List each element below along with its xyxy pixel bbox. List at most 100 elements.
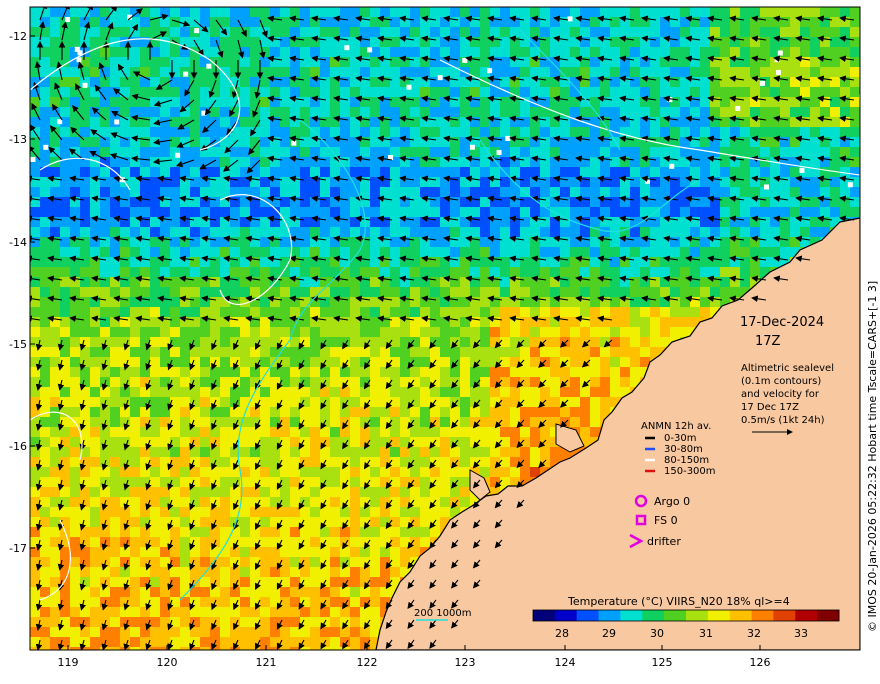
- sst-cell: [500, 7, 510, 17]
- sst-cell: [410, 337, 420, 347]
- sst-cell: [270, 417, 280, 427]
- sst-cell: [720, 287, 730, 297]
- sst-cell: [720, 117, 730, 127]
- sst-cell: [280, 297, 290, 307]
- sst-cell: [140, 267, 150, 277]
- sst-cell: [150, 547, 160, 557]
- sst-cell: [650, 47, 660, 57]
- sst-cell: [650, 267, 660, 277]
- sst-cell: [100, 177, 110, 187]
- sst-cell: [430, 97, 440, 107]
- sst-cell: [170, 257, 180, 267]
- sst-cell: [500, 447, 510, 457]
- sst-cell: [220, 517, 230, 527]
- sst-cell: [690, 87, 700, 97]
- sst-cell: [330, 7, 340, 17]
- sst-cell: [810, 87, 820, 97]
- sst-cell: [410, 387, 420, 397]
- sst-cell: [830, 87, 840, 97]
- sst-cell: [330, 227, 340, 237]
- sst-cell: [50, 337, 60, 347]
- sst-cell: [370, 337, 380, 347]
- sst-cell: [830, 7, 840, 17]
- sst-cell: [220, 157, 230, 167]
- sst-cell: [590, 387, 600, 397]
- sst-cell: [60, 127, 70, 137]
- sst-cell: [400, 287, 410, 297]
- sst-cell: [490, 387, 500, 397]
- sst-cell: [740, 247, 750, 257]
- sst-cell: [260, 477, 270, 487]
- sst-cell: [570, 167, 580, 177]
- sst-cell: [280, 387, 290, 397]
- sst-cell: [170, 87, 180, 97]
- sst-cell: [590, 247, 600, 257]
- sst-cell: [530, 367, 540, 377]
- sst-cell: [540, 427, 550, 437]
- sst-cell: [490, 407, 500, 417]
- sst-cell: [210, 387, 220, 397]
- sst-cell: [220, 597, 230, 607]
- sst-cell: [790, 207, 800, 217]
- sst-cell: [90, 377, 100, 387]
- sst-cell: [400, 557, 410, 567]
- sst-cell: [840, 87, 850, 97]
- sst-cell: [370, 407, 380, 417]
- sst-cell: [600, 387, 610, 397]
- sst-cell: [600, 107, 610, 117]
- sst-cell: [590, 127, 600, 137]
- sst-cell: [840, 207, 850, 217]
- sst-cell: [110, 457, 120, 467]
- sst-cell: [450, 347, 460, 357]
- sst-cell: [40, 107, 50, 117]
- sst-cell: [60, 297, 70, 307]
- sst-cell: [640, 327, 650, 337]
- sst-cell: [610, 77, 620, 87]
- sst-cell: [250, 57, 260, 67]
- sst-cell: [300, 507, 310, 517]
- sst-cell: [420, 407, 430, 417]
- sst-cell: [390, 237, 400, 247]
- sst-cell: [320, 247, 330, 257]
- sst-cell: [270, 497, 280, 507]
- sst-cell: [100, 47, 110, 57]
- sst-cell: [710, 167, 720, 177]
- sst-cell: [310, 487, 320, 497]
- sst-cell: [280, 367, 290, 377]
- sst-cell: [380, 267, 390, 277]
- sst-cell: [90, 357, 100, 367]
- sst-cell: [450, 227, 460, 237]
- sst-cell: [40, 267, 50, 277]
- sst-cell: [490, 457, 500, 467]
- sst-cell: [400, 347, 410, 357]
- sst-cell: [510, 367, 520, 377]
- sst-cell: [210, 187, 220, 197]
- sst-cell: [40, 337, 50, 347]
- sst-cell: [440, 27, 450, 37]
- sst-cell: [550, 377, 560, 387]
- sst-cell: [410, 257, 420, 267]
- sst-cell: [390, 177, 400, 187]
- sst-cell: [190, 317, 200, 327]
- sst-cell: [490, 167, 500, 177]
- sst-cell: [130, 87, 140, 97]
- sst-cell: [180, 547, 190, 557]
- sst-cell: [30, 107, 40, 117]
- sst-cell: [560, 267, 570, 277]
- sst-cell: [270, 527, 280, 537]
- sst-cell: [400, 357, 410, 367]
- sst-cell: [340, 407, 350, 417]
- sst-cell: [590, 7, 600, 17]
- sst-cell: [520, 307, 530, 317]
- sst-cell: [70, 537, 80, 547]
- sst-cell: [170, 487, 180, 497]
- sst-cell: [300, 227, 310, 237]
- sst-cell: [250, 547, 260, 557]
- sst-cell: [240, 587, 250, 597]
- sst-cell: [420, 457, 430, 467]
- sst-cell: [90, 97, 100, 107]
- sst-cell: [60, 87, 70, 97]
- sst-cell: [30, 47, 40, 57]
- sst-cell: [560, 307, 570, 317]
- sst-cell: [210, 527, 220, 537]
